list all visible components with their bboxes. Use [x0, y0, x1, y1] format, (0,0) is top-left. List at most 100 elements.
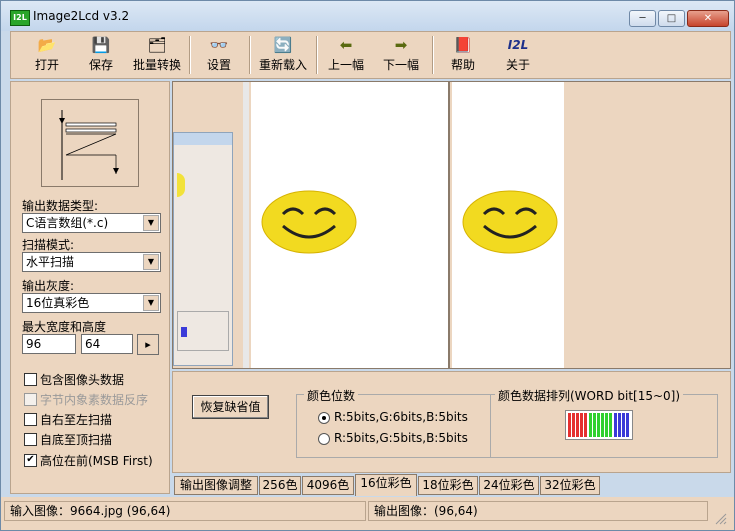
i2l-logo-icon: I2L [507, 38, 529, 52]
msb-first-checkbox[interactable]: ✔ [24, 454, 37, 467]
glasses-icon: 👓 [209, 36, 229, 54]
bottom-to-top-checkbox[interactable] [24, 433, 37, 446]
window-title: Image2Lcd v3.2 [33, 9, 130, 23]
save-label: 保存 [88, 58, 113, 72]
chevron-down-icon[interactable]: ▼ [143, 295, 159, 311]
tab-4096-colors[interactable]: 4096色 [302, 476, 354, 495]
toolbar: 📂 打开 💾 保存 🗂 批量转换 👓 设置 🔄 重新载入 ⬅ 上一幅 ➡ 下一幅 [10, 31, 731, 79]
radio-555-label: R:5bits,G:5bits,B:5bits [334, 431, 468, 445]
scan-mode-label: 扫描模式: [22, 238, 75, 252]
app-icon: I2L [10, 10, 30, 26]
settings-label: 设置 [206, 58, 231, 72]
input-image [261, 190, 357, 254]
apply-size-button[interactable]: ▸ [137, 334, 159, 355]
input-image-panel [251, 82, 450, 368]
output-type-value: C语言数组(*.c) [26, 216, 109, 230]
bottom-to-top-label: 自底至顶扫描 [40, 433, 113, 447]
arrow-right-icon: ➡ [394, 36, 408, 54]
output-type-label: 输出数据类型: [22, 199, 99, 213]
color-arrangement-label: 颜色数据排列(WORD bit[15~0]) [495, 387, 684, 404]
close-button[interactable]: ✕ [687, 10, 729, 27]
radio-selected-dot [322, 416, 326, 420]
smiley-image-icon [261, 190, 357, 254]
gray-level-select[interactable]: 16位真彩色 ▼ [22, 293, 161, 313]
output-image [462, 190, 558, 254]
gray-level-label: 输出灰度: [22, 279, 75, 293]
smiley-image-icon [462, 190, 558, 254]
batch-convert-label: 批量转换 [132, 58, 181, 72]
thumbnail-panel [177, 311, 229, 351]
restore-defaults-button[interactable]: 恢复缺省值 [192, 395, 269, 419]
title-bar[interactable]: I2L Image2Lcd v3.2 ─ □ ✕ [1, 1, 734, 31]
toolbar-separator [432, 36, 434, 74]
open-button[interactable]: 📂 打开 [25, 34, 69, 76]
rgb-bits-bar [568, 413, 629, 437]
thumbnail-titlebar [174, 133, 232, 145]
reload-icon: 🔄 [273, 36, 293, 54]
batch-disks-icon: 🗂 [147, 36, 167, 54]
about-label: 关于 [505, 58, 530, 72]
status-bar: 输入图像：9664.jpg (96,64) 输出图像：(96,64) [1, 497, 734, 530]
gray-level-value: 16位真彩色 [26, 296, 90, 310]
right-to-left-label: 自右至左扫描 [40, 413, 113, 427]
toolbar-separator [189, 36, 191, 74]
thumbnail-color-swatch [181, 327, 187, 337]
color-bits-group-label: 颜色位数 [304, 387, 359, 404]
floppy-disk-icon: 💾 [91, 36, 111, 54]
help-button[interactable]: 📕 帮助 [441, 34, 485, 76]
chevron-down-icon[interactable]: ▼ [143, 215, 159, 231]
scan-direction-preview [41, 99, 139, 187]
open-folder-icon: 📂 [37, 36, 57, 54]
radio-565-label: R:5bits,G:6bits,B:5bits [334, 410, 468, 424]
background-window-thumbnail [173, 132, 233, 366]
batch-convert-button[interactable]: 🗂 批量转换 [129, 34, 185, 76]
tab-18bit-color[interactable]: 18位彩色 [418, 476, 478, 495]
about-button[interactable]: I2L 关于 [496, 34, 540, 76]
previous-image-button[interactable]: ⬅ 上一幅 [323, 34, 369, 76]
open-label: 打开 [34, 58, 59, 72]
chevron-down-icon[interactable]: ▼ [143, 254, 159, 270]
output-image-status: 输出图像：(96,64) [368, 501, 708, 521]
previous-image-label: 上一幅 [327, 58, 364, 72]
scan-direction-diagram [59, 110, 119, 180]
tab-256-colors[interactable]: 256色 [259, 476, 301, 495]
scan-mode-select[interactable]: 水平扫描 ▼ [22, 252, 161, 272]
tab-24bit-color[interactable]: 24位彩色 [479, 476, 539, 495]
output-type-select[interactable]: C语言数组(*.c) ▼ [22, 213, 161, 233]
tab-output-adjust[interactable]: 输出图像调整 [174, 476, 258, 495]
right-to-left-checkbox[interactable] [24, 413, 37, 426]
help-book-icon: 📕 [453, 36, 473, 54]
reload-button[interactable]: 🔄 重新载入 [255, 34, 311, 76]
thumbnail-smiley [177, 173, 185, 197]
tab-16bit-color[interactable]: 16位彩色 [355, 474, 417, 496]
max-height-input[interactable]: 64 [81, 334, 133, 354]
minimize-button[interactable]: ─ [629, 10, 656, 27]
next-image-button[interactable]: ➡ 下一幅 [378, 34, 424, 76]
bit-arrangement-display [565, 410, 633, 440]
settings-button[interactable]: 👓 设置 [197, 34, 241, 76]
resize-grip-icon[interactable] [713, 511, 727, 525]
include-header-label: 包含图像头数据 [40, 373, 125, 387]
scan-mode-value: 水平扫描 [26, 255, 75, 269]
toolbar-separator [316, 36, 318, 74]
left-settings-panel: 输出数据类型: C语言数组(*.c) ▼ 扫描模式: 水平扫描 ▼ 输出灰度: … [10, 81, 170, 494]
include-header-checkbox[interactable] [24, 373, 37, 386]
toolbar-separator [249, 36, 251, 74]
arrow-left-icon: ⬅ [339, 36, 353, 54]
maximize-button[interactable]: □ [658, 10, 685, 27]
radio-555[interactable] [318, 433, 330, 445]
help-label: 帮助 [450, 58, 475, 72]
save-button[interactable]: 💾 保存 [79, 34, 123, 76]
radio-565[interactable] [318, 412, 330, 424]
app-window: I2L Image2Lcd v3.2 ─ □ ✕ 📂 打开 💾 保存 🗂 批量转… [0, 0, 735, 531]
tab-strip: 输出图像调整 256色 4096色 16位彩色 18位彩色 24位彩色 32位彩… [172, 474, 731, 496]
reload-label: 重新载入 [258, 58, 307, 72]
image-preview-area [172, 81, 731, 369]
max-size-label: 最大宽度和高度 [22, 320, 107, 334]
preview-scrollbar[interactable] [243, 82, 249, 368]
reverse-byte-pixels-checkbox[interactable] [24, 393, 37, 406]
tab-32bit-color[interactable]: 32位彩色 [540, 476, 600, 495]
max-width-input[interactable]: 96 [22, 334, 76, 354]
next-image-label: 下一幅 [382, 58, 419, 72]
input-image-status: 输入图像：9664.jpg (96,64) [4, 501, 366, 521]
